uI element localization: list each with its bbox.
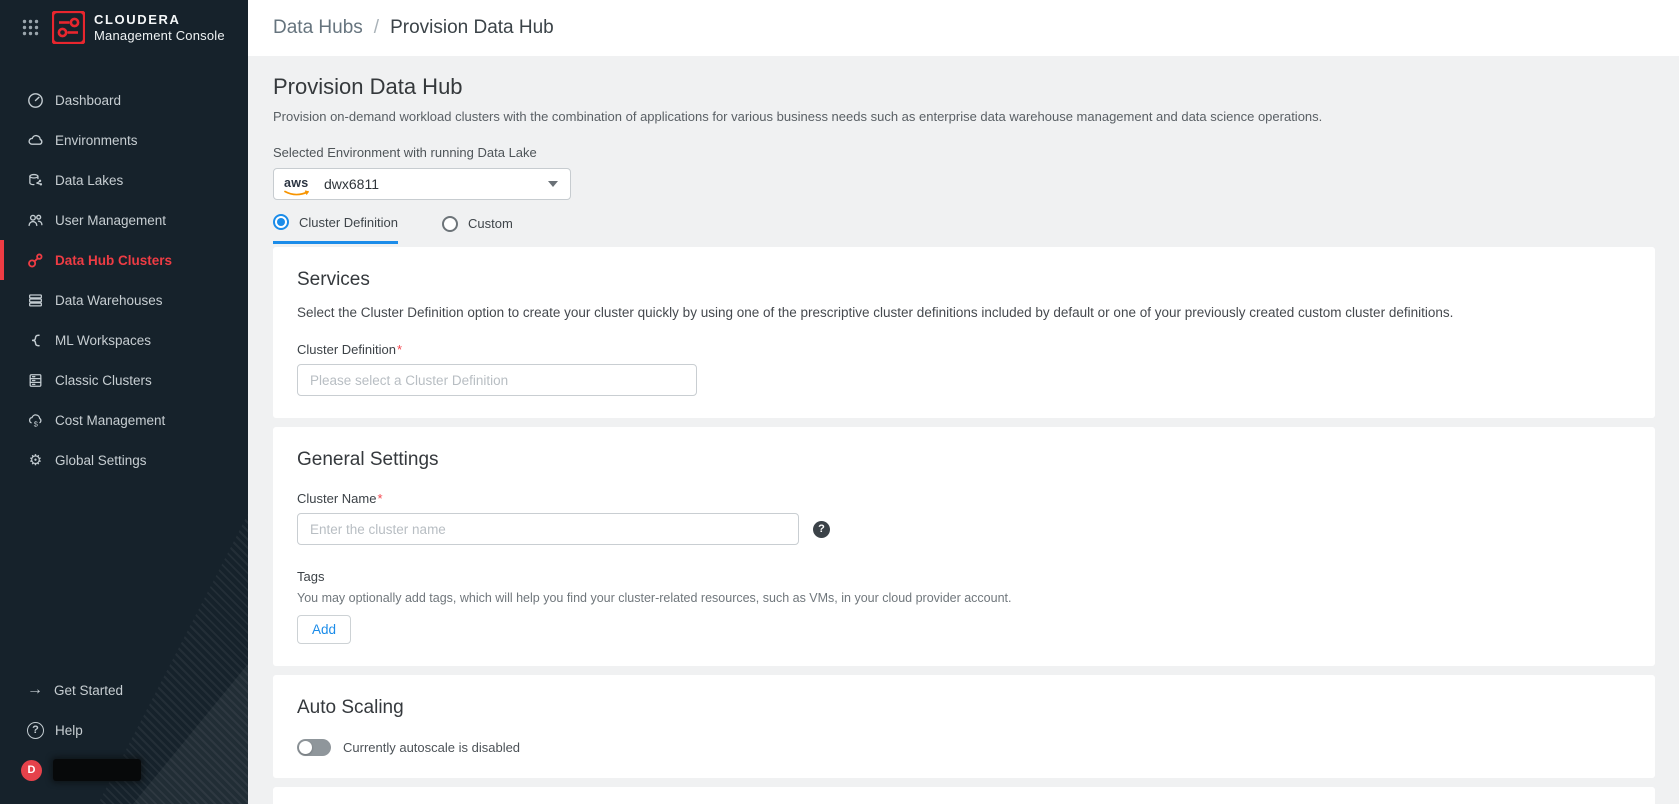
general-settings-title: General Settings	[297, 449, 1631, 471]
breadcrumb-parent-link[interactable]: Data Hubs	[273, 17, 363, 39]
tags-description: You may optionally add tags, which will …	[297, 591, 1631, 605]
environment-selected-value: dwx6811	[324, 176, 379, 192]
sidebar-item-ml-workspaces[interactable]: ML Workspaces	[0, 320, 248, 360]
cloud-dollar-icon: $	[27, 412, 44, 429]
sidebar-item-label: Cost Management	[55, 413, 165, 428]
breadcrumb-separator: /	[374, 17, 379, 39]
sidebar-item-user-management[interactable]: User Management	[0, 200, 248, 240]
sidebar-item-label: Data Warehouses	[55, 293, 163, 308]
services-section: Services Select the Cluster Definition o…	[273, 247, 1655, 418]
environment-select-label: Selected Environment with running Data L…	[273, 145, 1655, 160]
sidebar-item-cost-management[interactable]: $ Cost Management	[0, 400, 248, 440]
sidebar-item-label: Environments	[55, 133, 138, 148]
page-description: Provision on-demand workload clusters wi…	[273, 109, 1655, 124]
general-settings-section: General Settings Cluster Name* ? Tags Yo…	[273, 427, 1655, 666]
mode-options: Cluster Definition Custom	[273, 214, 1655, 244]
database-icon	[27, 172, 44, 189]
sidebar: CLOUDERA Management Console Dashboard En…	[0, 0, 248, 804]
sidebar-item-data-warehouses[interactable]: Data Warehouses	[0, 280, 248, 320]
sidebar-item-label: Data Lakes	[55, 173, 123, 188]
auto-scaling-title: Auto Scaling	[297, 697, 1631, 719]
auto-scaling-section: Auto Scaling Currently autoscale is disa…	[273, 675, 1655, 778]
brand-name: CLOUDERA	[94, 12, 225, 28]
radio-icon	[442, 216, 458, 232]
radio-cluster-definition[interactable]: Cluster Definition	[273, 214, 398, 244]
sidebar-item-help[interactable]: ? Help	[0, 710, 248, 750]
toggle-knob	[299, 741, 313, 755]
page-content: Provision Data Hub Provision on-demand w…	[248, 56, 1679, 804]
services-title: Services	[297, 269, 1631, 291]
auto-scaling-toggle[interactable]	[297, 739, 331, 756]
sidebar-item-label: User Management	[55, 213, 166, 228]
user-menu[interactable]: D	[0, 750, 248, 790]
radio-icon	[273, 214, 289, 230]
cluster-definition-label: Cluster Definition*	[297, 342, 1631, 357]
arrow-right-icon: →	[27, 682, 43, 698]
brand-subtitle: Management Console	[94, 28, 225, 44]
required-mark: *	[397, 342, 402, 357]
sidebar-item-label: Get Started	[54, 683, 123, 698]
cloud-icon	[27, 132, 44, 149]
sidebar-item-label: Classic Clusters	[55, 373, 152, 388]
cluster-definition-select[interactable]	[297, 364, 697, 396]
user-name-redacted	[53, 759, 141, 781]
stacked-layers-icon	[27, 292, 44, 309]
required-mark: *	[377, 491, 382, 506]
key-link-icon	[27, 252, 44, 269]
breadcrumb-current: Provision Data Hub	[390, 17, 554, 39]
sidebar-footer: → Get Started ? Help D	[0, 670, 248, 790]
sidebar-nav: Dashboard Environments Data Lakes	[0, 80, 248, 480]
sidebar-item-classic-clusters[interactable]: Classic Clusters	[0, 360, 248, 400]
radio-label: Cluster Definition	[299, 215, 398, 230]
avatar: D	[21, 760, 42, 781]
tags-label: Tags	[297, 569, 1631, 584]
main-area: Data Hubs / Provision Data Hub Provision…	[248, 0, 1679, 804]
users-icon	[27, 212, 44, 229]
cloudera-logo-icon	[52, 11, 85, 44]
sidebar-item-dashboard[interactable]: Dashboard	[0, 80, 248, 120]
sidebar-item-get-started[interactable]: → Get Started	[0, 670, 248, 710]
aws-logo-icon: aws	[284, 174, 314, 194]
sidebar-item-label: Global Settings	[55, 453, 147, 468]
sidebar-item-label: Dashboard	[55, 93, 121, 108]
brand-header: CLOUDERA Management Console	[0, 0, 248, 44]
sidebar-item-data-hub-clusters[interactable]: Data Hub Clusters	[0, 240, 248, 280]
sidebar-item-data-lakes[interactable]: Data Lakes	[0, 160, 248, 200]
svg-text:$: $	[34, 419, 39, 428]
help-tooltip-icon[interactable]: ?	[813, 521, 830, 538]
question-circle-icon: ?	[27, 722, 44, 739]
cluster-name-input[interactable]	[297, 513, 799, 545]
sidebar-item-environments[interactable]: Environments	[0, 120, 248, 160]
breadcrumb: Data Hubs / Provision Data Hub	[248, 0, 1679, 56]
sidebar-item-label: Data Hub Clusters	[55, 253, 172, 268]
dashboard-icon	[27, 92, 44, 109]
environment-select[interactable]: aws dwx6811	[273, 168, 571, 200]
auto-scaling-toggle-label: Currently autoscale is disabled	[343, 740, 520, 755]
sidebar-item-global-settings[interactable]: ⚙ Global Settings	[0, 440, 248, 480]
gear-icon: ⚙	[27, 452, 44, 469]
radio-label: Custom	[468, 216, 513, 231]
sidebar-item-label: ML Workspaces	[55, 333, 151, 348]
server-icon	[27, 372, 44, 389]
services-description: Select the Cluster Definition option to …	[297, 305, 1631, 320]
app-switcher-grid-icon[interactable]	[22, 19, 39, 36]
radio-custom[interactable]: Custom	[442, 214, 513, 244]
sidebar-item-label: Help	[55, 723, 83, 738]
cluster-name-label: Cluster Name*	[297, 491, 1631, 506]
advanced-options-section: Advanced Options	[273, 787, 1655, 804]
s-curve-icon	[27, 332, 44, 349]
chevron-down-icon	[548, 181, 558, 187]
page-title: Provision Data Hub	[273, 74, 1655, 100]
add-tag-button[interactable]: Add	[297, 615, 351, 644]
